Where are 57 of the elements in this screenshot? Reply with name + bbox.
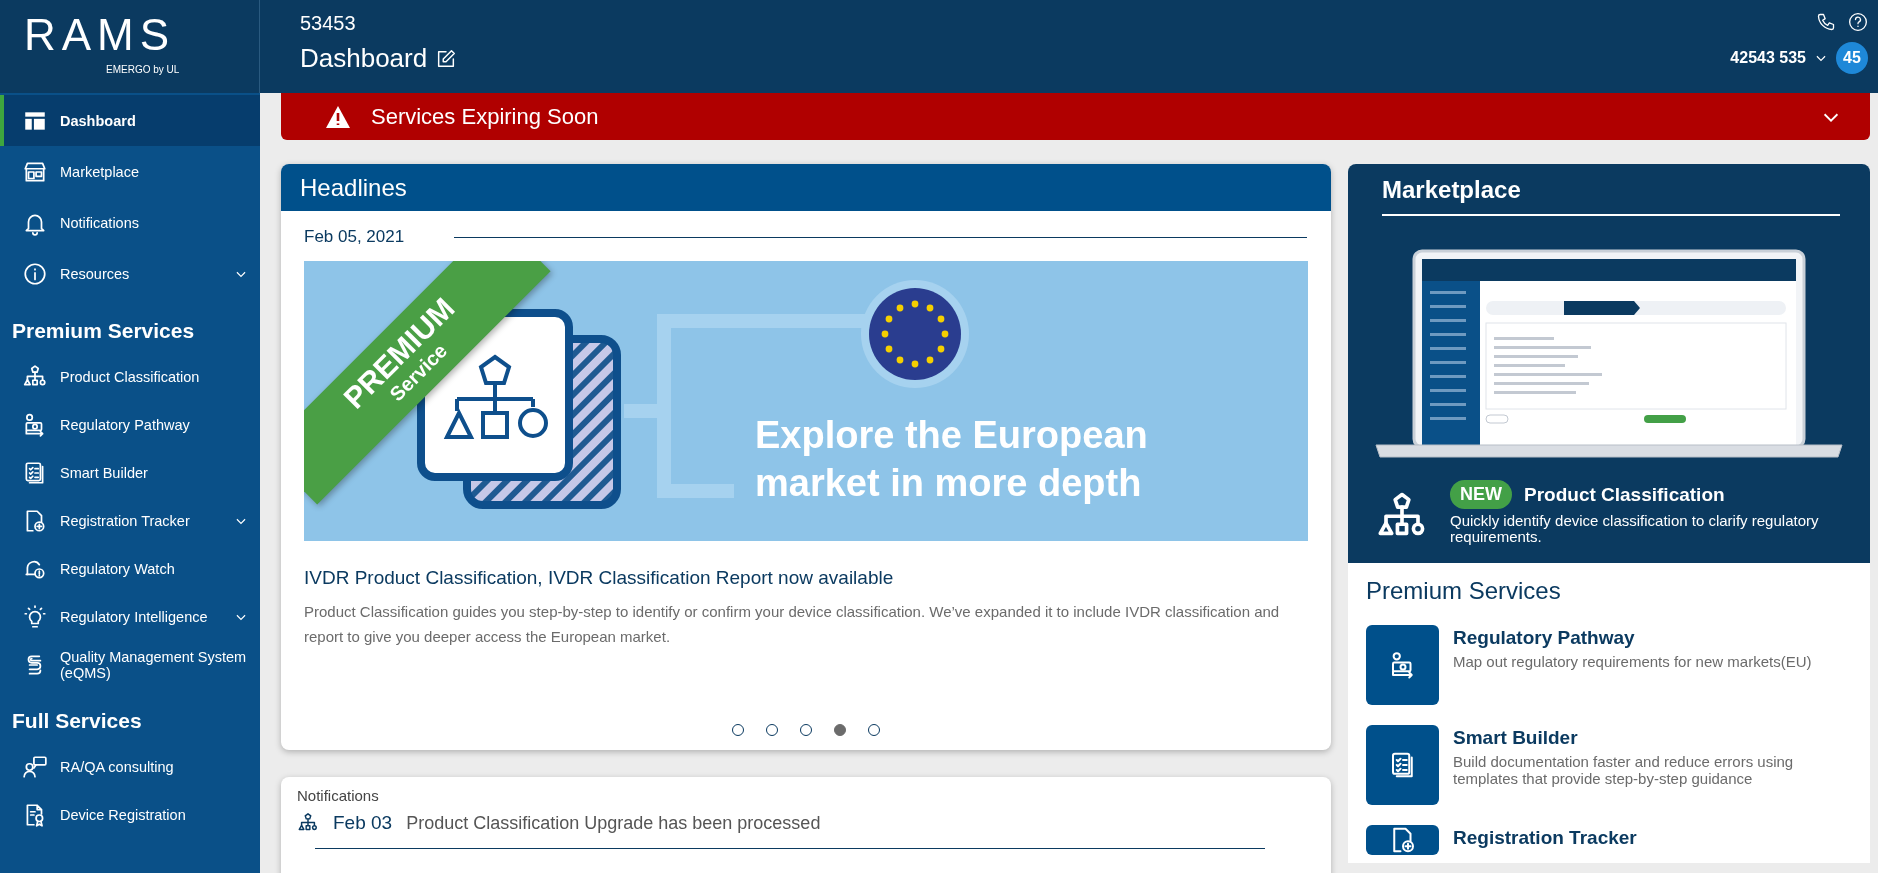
sidebar-item[interactable]: Registration Tracker [0, 497, 260, 545]
alert-title: Services Expiring Soon [371, 103, 600, 130]
carousel-dot[interactable] [868, 724, 880, 736]
carousel-dot[interactable] [766, 724, 778, 736]
account-id: 53453 [300, 12, 357, 35]
service-title[interactable]: Regulatory Pathway [1453, 627, 1812, 649]
service-tile[interactable] [1366, 825, 1439, 855]
notification-text[interactable]: Product Classification Upgrade has been processed [406, 812, 821, 834]
card-title: Notifications [297, 787, 380, 804]
user-menu[interactable]: 42543 535 [1730, 49, 1806, 67]
banner-headline: Explore the European market in more depth [755, 413, 1149, 506]
sidebar-item[interactable]: Smart Builder [0, 449, 260, 497]
warning-icon [325, 104, 351, 129]
service-tile[interactable] [1366, 725, 1439, 805]
sidebar-item[interactable]: Quality Management System (eQMS) [0, 641, 260, 689]
headline-date: Feb 05, 2021 [304, 227, 405, 247]
sidebar-item[interactable]: Marketplace [0, 146, 260, 197]
article-summary: Product Classification guides you step-by-step to identify or confirm your device classification. We’ve expanded it to include IVDR classification and report to give you deeper access the European market. [304, 602, 1281, 647]
service-title[interactable]: Registration Tracker [1453, 827, 1637, 849]
panel-title: Premium Services [1366, 577, 1562, 605]
service-description: Build documentation faster and reduce errors using templates that provide step-by-step guidance [1453, 753, 1795, 787]
info-icon [22, 260, 48, 287]
service-tile[interactable] [1366, 625, 1439, 705]
card-title: Headlines [281, 164, 1331, 211]
alert-banner[interactable]: Services Expiring Soon [281, 93, 1870, 140]
product-title[interactable]: Product Classification [1524, 483, 1725, 506]
logo-wordmark: RAMS [24, 12, 176, 58]
carousel-dot[interactable] [732, 724, 744, 736]
sidebar-item[interactable]: Device Registration [0, 791, 260, 839]
carousel-dot[interactable] [834, 724, 846, 736]
service-title[interactable]: Smart Builder [1453, 727, 1852, 749]
section-heading: Full Services [11, 708, 143, 734]
eu-flag-icon [860, 279, 970, 389]
card-title: Marketplace [1381, 176, 1522, 204]
lightbulb-icon [22, 604, 48, 630]
help-icon[interactable] [1848, 12, 1868, 32]
sidebar-item[interactable]: Product Classification [0, 353, 260, 401]
page-title: Dashboard [300, 43, 428, 74]
new-badge: NEW [1450, 480, 1512, 509]
product-description: Quickly identify device classification to clarify regulatory requirements. [1450, 513, 1820, 545]
sidebar-item[interactable]: Dashboard [0, 95, 260, 146]
edit-icon[interactable] [435, 47, 458, 70]
phone-icon[interactable] [1816, 12, 1836, 32]
notification-date: Feb 03 [333, 812, 393, 834]
service-description: Map out regulatory requirements for new markets(EU) [1453, 653, 1812, 670]
sidebar-item[interactable]: Resources [0, 248, 260, 299]
carousel-dot[interactable] [800, 724, 812, 736]
logo-tagline: EMERGO by UL [106, 64, 180, 75]
sidebar-item[interactable]: Regulatory Intelligence [0, 593, 260, 641]
sidebar-item[interactable]: Regulatory Pathway [0, 401, 260, 449]
sidebar-item[interactable]: Notifications [0, 197, 260, 248]
sidebar-item[interactable]: RA/QA consulting [0, 743, 260, 791]
article-title[interactable]: IVDR Product Classification, IVDR Classification Report now available [304, 567, 1308, 589]
section-heading: Premium Services [11, 318, 196, 344]
consultant-icon [22, 754, 48, 780]
avatar-badge[interactable]: 45 [1836, 42, 1868, 74]
sidebar-item[interactable]: Regulatory Watch [0, 545, 260, 593]
